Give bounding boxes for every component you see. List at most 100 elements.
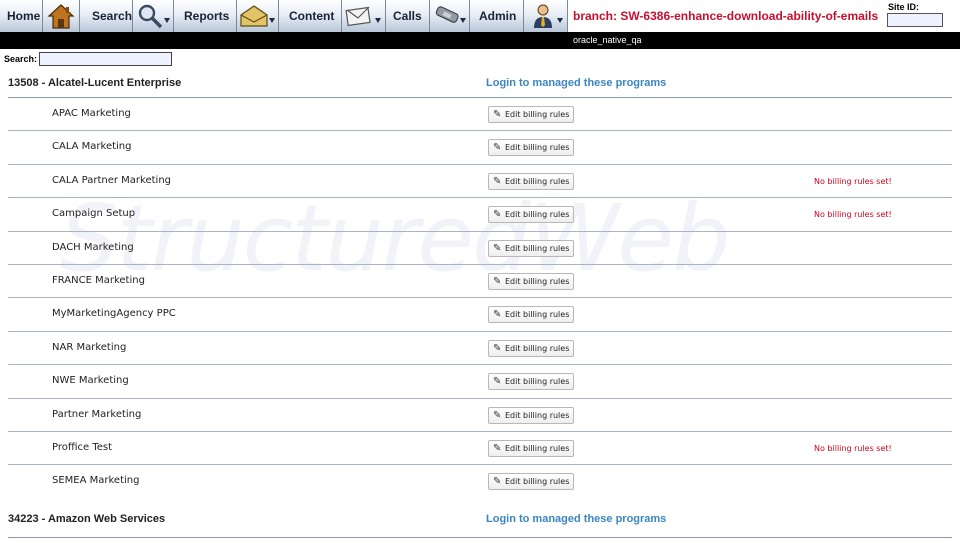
- nav-content-label: Content: [289, 9, 335, 23]
- program-name: Campaign Setup: [52, 208, 136, 220]
- login-manage-programs-link[interactable]: Login to managed these programs: [486, 77, 666, 89]
- edit-billing-rules-button[interactable]: ✎ Edit billing rules: [488, 172, 574, 190]
- user-icon: [534, 4, 552, 28]
- pencil-icon: ✎: [493, 142, 502, 154]
- login-manage-programs-link[interactable]: Login to managed these programs: [486, 513, 666, 525]
- program-row: DACH Marketing ✎ Edit billing rules: [8, 230, 952, 264]
- phone-icon: [435, 6, 459, 23]
- site-id-label: Site ID:: [888, 2, 920, 12]
- edit-billing-rules-label: Edit billing rules: [505, 176, 570, 186]
- chevron-down-icon: [557, 18, 563, 23]
- pencil-icon: ✎: [493, 309, 502, 321]
- branch-name: branch: SW-6386-enhance-download-ability…: [573, 9, 879, 23]
- edit-billing-rules-label: Edit billing rules: [505, 343, 570, 353]
- company-name: 13508 - Alcatel-Lucent Enterprise: [8, 77, 182, 89]
- program-name: Partner Marketing: [52, 408, 142, 420]
- nav-home-label: Home: [7, 9, 41, 23]
- edit-billing-rules-label: Edit billing rules: [505, 477, 570, 487]
- no-billing-rules-warning: No billing rules set!: [814, 210, 892, 220]
- program-row: NWE Marketing ✎ Edit billing rules: [8, 364, 952, 397]
- program-name: CALA Marketing: [52, 141, 132, 153]
- pencil-icon: ✎: [493, 109, 502, 120]
- nav-content[interactable]: Content: [279, 0, 342, 32]
- pencil-icon: ✎: [493, 242, 502, 254]
- pencil-icon: ✎: [493, 376, 502, 388]
- program-row: Partner Marketing ✎ Edit billing rules: [8, 397, 952, 431]
- nav-reports[interactable]: Reports: [174, 0, 237, 32]
- program-row: SEMEA Marketing ✎ Edit billing rules: [8, 464, 952, 497]
- edit-billing-rules-button[interactable]: ✎ Edit billing rules: [488, 473, 574, 491]
- edit-billing-rules-label: Edit billing rules: [505, 110, 570, 119]
- program-row: MyMarketingAgency PPC ✎ Edit billing rul…: [8, 297, 952, 330]
- pencil-icon: ✎: [493, 175, 502, 187]
- nav-search-label: Search: [92, 9, 133, 23]
- edit-billing-rules-label: Edit billing rules: [505, 443, 570, 453]
- company-header: 13508 - Alcatel-Lucent Enterprise Login …: [0, 70, 960, 97]
- company-list: 13508 - Alcatel-Lucent Enterprise Login …: [0, 70, 960, 498]
- edit-billing-rules-button[interactable]: ✎ Edit billing rules: [488, 239, 574, 257]
- edit-billing-rules-label: Edit billing rules: [505, 276, 570, 286]
- chevron-down-icon: [460, 18, 466, 23]
- program-name: NAR Marketing: [52, 341, 127, 353]
- chevron-down-icon: [164, 18, 170, 23]
- pencil-icon: ✎: [493, 275, 502, 287]
- top-nav: Home Search Reports Content Calls Admin …: [0, 0, 960, 32]
- environment-bar: oracle_native_qa: [0, 32, 960, 49]
- magnifier-icon: [138, 4, 163, 29]
- pencil-icon: ✎: [493, 342, 502, 354]
- edit-billing-rules-label: Edit billing rules: [505, 243, 570, 253]
- nav-search[interactable]: Search: [80, 0, 133, 32]
- search-label: Search:: [4, 54, 38, 64]
- pencil-icon: ✎: [493, 442, 502, 454]
- edit-billing-rules-button[interactable]: ✎ Edit billing rules: [488, 306, 574, 324]
- search-input[interactable]: [39, 52, 172, 66]
- branch-indicator: branch: SW-6386-enhance-download-ability…: [568, 0, 886, 32]
- program-name: FRANCE Marketing: [52, 274, 145, 286]
- nav-admin[interactable]: Admin: [470, 0, 524, 32]
- nav-search-menu[interactable]: [133, 0, 174, 32]
- company-section: 34223 - Amazon Web Services Login to man…: [0, 506, 960, 543]
- program-row: NAR Marketing ✎ Edit billing rules: [8, 330, 952, 364]
- nav-admin-label: Admin: [479, 9, 517, 23]
- program-name: SEMEA Marketing: [52, 475, 140, 487]
- nav-reports-label: Reports: [184, 9, 230, 23]
- site-id-box: Site ID:: [886, 0, 960, 32]
- edit-billing-rules-label: Edit billing rules: [505, 210, 570, 220]
- edit-billing-rules-button[interactable]: ✎ Edit billing rules: [488, 106, 574, 123]
- edit-billing-rules-button[interactable]: ✎ Edit billing rules: [488, 206, 574, 224]
- edit-billing-rules-button[interactable]: ✎ Edit billing rules: [488, 439, 574, 457]
- pencil-icon: ✎: [493, 476, 502, 488]
- program-row: CALA Marketing ✎ Edit billing rules: [8, 130, 952, 163]
- chevron-down-icon: [269, 18, 275, 23]
- company-name: 34223 - Amazon Web Services: [8, 513, 166, 525]
- edit-billing-rules-button[interactable]: ✎ Edit billing rules: [488, 272, 574, 290]
- nav-calls-menu[interactable]: [430, 0, 470, 32]
- program-name: CALA Partner Marketing: [52, 174, 172, 186]
- chevron-down-icon: [375, 18, 381, 23]
- edit-billing-rules-label: Edit billing rules: [505, 410, 570, 420]
- nav-home[interactable]: Home: [0, 0, 43, 32]
- nav-calls[interactable]: Calls: [386, 0, 430, 32]
- environment-name: oracle_native_qa: [573, 35, 642, 45]
- program-row: FRANCE Marketing ✎ Edit billing rules: [8, 263, 952, 297]
- nav-home-icon-button[interactable]: [43, 0, 80, 32]
- program-name: DACH Marketing: [52, 241, 134, 253]
- edit-billing-rules-label: Edit billing rules: [505, 310, 570, 320]
- program-row: Proffice Test ✎ Edit billing rules No bi…: [8, 430, 952, 464]
- edit-billing-rules-button[interactable]: ✎ Edit billing rules: [488, 139, 574, 157]
- nav-content-menu[interactable]: [342, 0, 386, 32]
- no-billing-rules-warning: No billing rules set!: [814, 443, 892, 453]
- program-row: CALA Partner Marketing ✎ Edit billing ru…: [8, 163, 952, 197]
- program-row: Campaign Setup ✎ Edit billing rules No b…: [8, 197, 952, 230]
- nav-admin-menu[interactable]: [524, 0, 568, 32]
- program-name: Proffice Test: [52, 441, 113, 453]
- program-name: MyMarketingAgency PPC: [52, 308, 176, 320]
- nav-reports-menu[interactable]: [237, 0, 279, 32]
- program-name: NWE Marketing: [52, 375, 129, 387]
- edit-billing-rules-button[interactable]: ✎ Edit billing rules: [488, 373, 574, 391]
- house-icon: [47, 4, 75, 29]
- edit-billing-rules-button[interactable]: ✎ Edit billing rules: [488, 339, 574, 357]
- edit-billing-rules-button[interactable]: ✎ Edit billing rules: [488, 406, 574, 424]
- site-id-input[interactable]: [887, 13, 943, 27]
- program-name: APAC Marketing: [52, 108, 131, 119]
